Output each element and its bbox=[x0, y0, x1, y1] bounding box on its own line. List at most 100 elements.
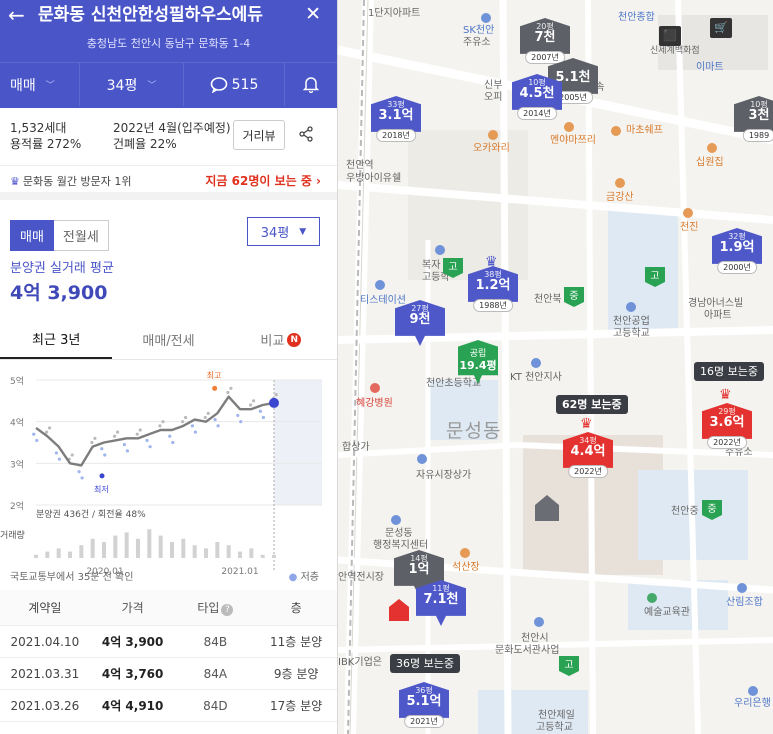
apartment-price-pin[interactable]: 10평 3천 1989 bbox=[734, 96, 773, 146]
high-school-marker[interactable]: 고 bbox=[443, 258, 463, 284]
house-marker-icon[interactable] bbox=[388, 598, 410, 622]
department-store-icon[interactable]: ⬛ bbox=[659, 26, 681, 46]
middle-school-marker[interactable]: 중 bbox=[702, 500, 722, 526]
trade-type-dropdown[interactable]: 매매 ﹀ bbox=[0, 63, 80, 106]
comments-button[interactable]: 515 bbox=[184, 63, 285, 106]
restaurant-icon[interactable] bbox=[707, 143, 717, 153]
middle-school-marker[interactable]: 중 bbox=[564, 287, 584, 313]
restaurant-icon[interactable] bbox=[611, 126, 621, 136]
apartment-price-pin[interactable]: 29평 3.6억 2022년 bbox=[702, 403, 752, 453]
apartment-price-pin[interactable]: 38평 1.2억 1988년 bbox=[468, 266, 518, 316]
bank-icon[interactable] bbox=[748, 686, 758, 696]
tab-compare[interactable]: 비교 N bbox=[225, 320, 337, 359]
office-icon[interactable] bbox=[531, 358, 541, 368]
map-label: 멘야마쯔리 bbox=[550, 135, 596, 146]
gas-station-icon[interactable] bbox=[481, 13, 491, 23]
pin-price: 7천 bbox=[534, 30, 556, 45]
high-school-marker[interactable]: 고 bbox=[559, 656, 579, 682]
visitor-banner[interactable]: ♛ 문화동 월간 방문자 1위 지금 62명이 보는 중 › bbox=[0, 166, 337, 200]
school-poi-icon[interactable] bbox=[626, 302, 636, 312]
street-view-button[interactable]: 거리뷰 bbox=[233, 120, 285, 150]
price-chart[interactable]: 5억 4억 3억 2억 최고 최저 분양권 436건 / 회전율 48% 거래량 2020.01… bbox=[0, 360, 337, 577]
restaurant-icon[interactable] bbox=[460, 548, 470, 558]
map-label: 1단지아파트 bbox=[368, 8, 421, 19]
culture-icon[interactable] bbox=[647, 593, 657, 603]
trade-dot bbox=[206, 411, 210, 415]
trade-dot bbox=[161, 420, 165, 424]
col-date: 계약일 bbox=[28, 601, 62, 615]
restaurant-icon[interactable] bbox=[615, 178, 625, 188]
trade-dot bbox=[122, 442, 127, 447]
row-price: 4억 4,910 bbox=[101, 699, 164, 713]
trade-dot bbox=[180, 420, 185, 424]
mart-icon[interactable]: 🛒 bbox=[710, 18, 732, 38]
apartment-price-pin[interactable]: 27평 9천 bbox=[395, 300, 445, 350]
trade-dot bbox=[158, 424, 162, 428]
house-marker-icon[interactable] bbox=[534, 494, 560, 522]
trade-dot bbox=[183, 415, 188, 420]
selected-apartment-pin[interactable]: 34평 4.4억 2022년 bbox=[563, 432, 613, 482]
apartment-price-pin[interactable]: 10평 4.5천 2014년 bbox=[512, 74, 562, 124]
table-row[interactable]: 2021.03.26 4억 4,910 84D 17층 분양 bbox=[0, 690, 337, 722]
office-icon[interactable] bbox=[534, 617, 544, 627]
stats-col-1: 1,532세대 용적률 272% bbox=[10, 120, 81, 152]
chevron-down-icon: ﹀ bbox=[147, 81, 157, 91]
tab-rent[interactable]: 전월세 bbox=[53, 220, 109, 251]
chart-summary: 분양권 436건 / 회전율 48% bbox=[36, 508, 146, 520]
high-school-marker[interactable]: 고 bbox=[645, 267, 665, 293]
viewing-now-link[interactable]: 지금 62명이 보는 중 › bbox=[205, 172, 321, 189]
back-arrow-icon[interactable]: ← bbox=[8, 4, 25, 26]
restaurant-icon[interactable] bbox=[488, 130, 498, 140]
map-view[interactable]: 1단지아파트 SK천안 주유소 천안종합 신세계백화점 이마트 신부 오피 고속… bbox=[338, 0, 773, 734]
size-dropdown[interactable]: 34평 ﹀ bbox=[80, 63, 184, 106]
y-tick-label: 2억 bbox=[10, 500, 24, 512]
restaurant-icon[interactable] bbox=[564, 122, 574, 132]
trade-dot bbox=[112, 434, 117, 438]
help-icon[interactable]: ? bbox=[221, 604, 234, 616]
map-label: 천안초등학교 bbox=[426, 378, 482, 389]
shop-icon[interactable] bbox=[417, 454, 427, 464]
trade-dot bbox=[236, 413, 240, 418]
min-label: 최저 bbox=[94, 484, 109, 494]
tab-recent-3y[interactable]: 최근 3년 bbox=[0, 320, 113, 359]
pin-year: 1988년 bbox=[473, 299, 513, 312]
trade-dot bbox=[251, 399, 256, 403]
tab-compare-label: 비교 bbox=[260, 334, 285, 349]
trade-dot bbox=[226, 390, 230, 395]
trade-dot bbox=[54, 451, 59, 455]
office-icon[interactable] bbox=[391, 515, 401, 525]
pin-price: 7.1천 bbox=[423, 592, 459, 607]
apartment-price-pin[interactable]: 36평 5.1억 2021년 bbox=[399, 682, 449, 732]
apartment-price-pin[interactable]: 11평 7.1천 bbox=[416, 580, 466, 630]
map-label: 고등학교 bbox=[536, 722, 573, 733]
restaurant-icon[interactable] bbox=[683, 208, 693, 218]
apartment-price-pin[interactable]: 33평 3.1억 2018년 bbox=[371, 96, 421, 146]
row-floor: 11층 분양 bbox=[270, 635, 323, 649]
trade-dot bbox=[239, 420, 243, 424]
share-icon[interactable] bbox=[298, 126, 314, 142]
volume-bar bbox=[204, 548, 208, 558]
tab-sale[interactable]: 매매 bbox=[10, 220, 54, 251]
volume-bar bbox=[90, 538, 95, 558]
caret-down-icon: ▼ bbox=[299, 226, 307, 237]
hospital-icon[interactable] bbox=[370, 383, 380, 393]
col-type: 타입? bbox=[175, 599, 255, 616]
volume-bar bbox=[170, 542, 174, 558]
bank-icon[interactable] bbox=[737, 583, 747, 593]
table-row[interactable]: 2021.04.10 4억 3,900 84B 11층 분양 bbox=[0, 626, 337, 658]
close-icon[interactable]: ✕ bbox=[305, 3, 321, 25]
table-row[interactable]: 2021.03.31 4억 3,760 84A 9층 분양 bbox=[0, 658, 337, 690]
visitor-rank-text: 문화동 월간 방문자 1위 bbox=[22, 175, 132, 188]
shop-icon[interactable] bbox=[375, 280, 385, 290]
min-point bbox=[99, 473, 105, 479]
school-poi-icon[interactable] bbox=[435, 245, 445, 255]
complex-title: 문화동 신천안한성필하우스에듀 bbox=[38, 5, 263, 25]
visitor-rank: ♛ 문화동 월간 방문자 1위 bbox=[10, 173, 131, 189]
avg-price-label: 분양권 실거래 평균 bbox=[10, 261, 114, 276]
apartment-price-pin[interactable]: 32평 1.9억 2000년 bbox=[712, 228, 762, 278]
trade-dot bbox=[90, 440, 94, 445]
trade-size-select[interactable]: 34평 ▼ bbox=[247, 217, 320, 246]
alert-button[interactable] bbox=[285, 63, 337, 106]
tab-sale-rent[interactable]: 매매/전세 bbox=[112, 320, 224, 359]
pin-price: 3.1억 bbox=[378, 108, 414, 123]
